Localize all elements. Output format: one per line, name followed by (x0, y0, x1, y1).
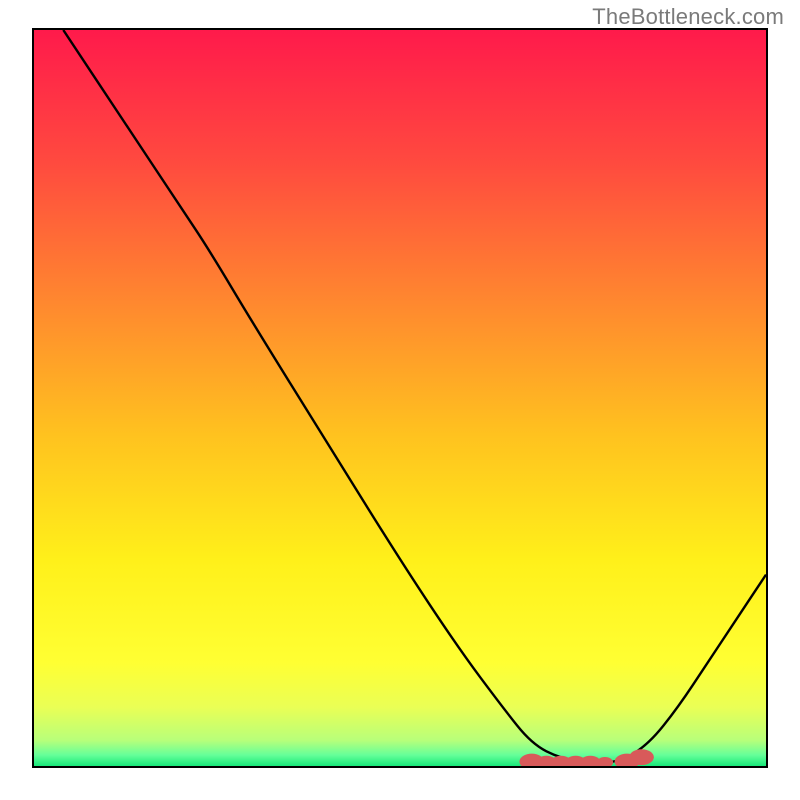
chart-frame (32, 28, 768, 768)
chart-marker (629, 749, 654, 765)
chart-background (34, 30, 766, 766)
chart-svg (34, 30, 766, 766)
watermark-text: TheBottleneck.com (592, 4, 784, 30)
